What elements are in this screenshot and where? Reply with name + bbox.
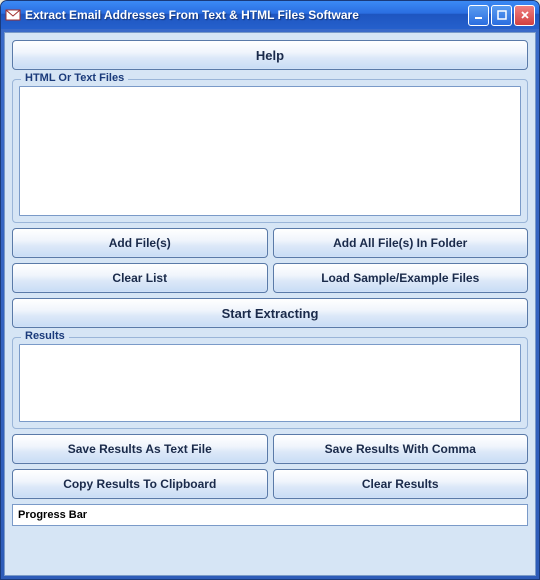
files-listbox[interactable] (19, 86, 521, 216)
progress-label: Progress Bar (18, 509, 87, 521)
add-files-button[interactable]: Add File(s) (12, 228, 268, 258)
client-area: Help HTML Or Text Files Add File(s) Add … (4, 32, 536, 576)
window-controls (468, 5, 535, 26)
app-icon (5, 7, 21, 23)
files-groupbox: HTML Or Text Files (12, 79, 528, 223)
close-button[interactable] (514, 5, 535, 26)
add-all-folder-button[interactable]: Add All File(s) In Folder (273, 228, 529, 258)
results-buttons-row2: Copy Results To Clipboard Clear Results (12, 469, 528, 499)
titlebar[interactable]: Extract Email Addresses From Text & HTML… (1, 1, 539, 29)
results-listbox[interactable] (19, 344, 521, 422)
main-window: Extract Email Addresses From Text & HTML… (0, 0, 540, 580)
progress-bar: Progress Bar (12, 504, 528, 526)
minimize-button[interactable] (468, 5, 489, 26)
save-comma-button[interactable]: Save Results With Comma (273, 434, 529, 464)
results-buttons-row1: Save Results As Text File Save Results W… (12, 434, 528, 464)
clear-list-button[interactable]: Clear List (12, 263, 268, 293)
copy-clipboard-button[interactable]: Copy Results To Clipboard (12, 469, 268, 499)
clear-results-button[interactable]: Clear Results (273, 469, 529, 499)
load-sample-button[interactable]: Load Sample/Example Files (273, 263, 529, 293)
file-buttons-row2: Clear List Load Sample/Example Files (12, 263, 528, 293)
save-text-button[interactable]: Save Results As Text File (12, 434, 268, 464)
file-buttons-row1: Add File(s) Add All File(s) In Folder (12, 228, 528, 258)
results-group-label: Results (21, 330, 69, 342)
results-groupbox: Results (12, 337, 528, 429)
window-title: Extract Email Addresses From Text & HTML… (25, 8, 468, 22)
maximize-button[interactable] (491, 5, 512, 26)
files-group-label: HTML Or Text Files (21, 72, 128, 84)
start-extracting-button[interactable]: Start Extracting (12, 298, 528, 328)
help-button[interactable]: Help (12, 40, 528, 70)
